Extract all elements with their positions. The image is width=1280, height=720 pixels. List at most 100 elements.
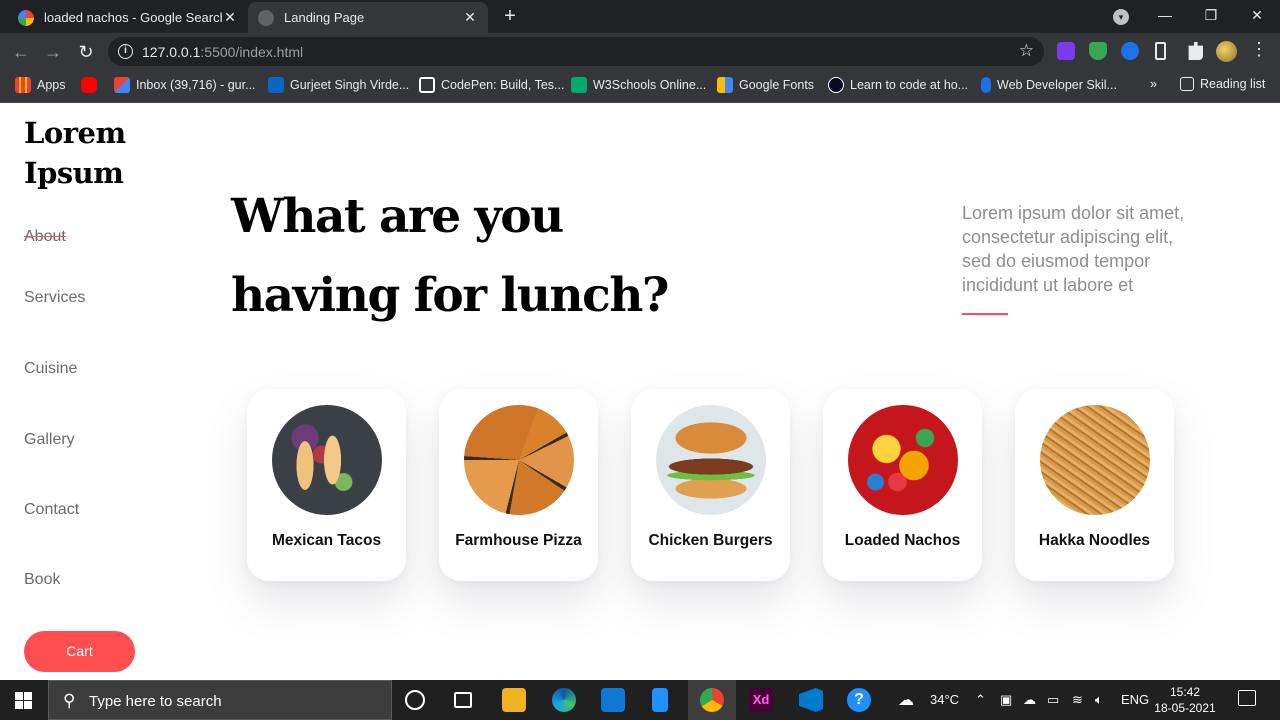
bookmark-codepen[interactable]: CodePen: Build, Tes... (419, 77, 564, 93)
intro-paragraph: Lorem ipsum dolor sit amet, consectetur … (962, 203, 1185, 295)
tacos-image (272, 405, 382, 515)
bookmark-linkedin[interactable]: Gurjeet Singh Virde... (268, 77, 409, 93)
apps-grid-icon (15, 77, 31, 93)
close-tab-icon[interactable]: ✕ (222, 9, 238, 26)
mail-icon[interactable] (601, 688, 625, 712)
reading-list-button[interactable]: Reading list (1180, 77, 1265, 91)
battery-icon[interactable]: ▭ (1047, 692, 1059, 708)
google-icon (18, 9, 34, 26)
search-icon: ⚲ (63, 691, 76, 710)
bookmarks-overflow-button[interactable]: » (1150, 77, 1157, 91)
cart-button[interactable]: Cart (24, 631, 135, 672)
globe-icon (258, 9, 274, 26)
reading-list-icon (1180, 77, 1194, 91)
volume-icon[interactable]: 🔈︎ (1095, 692, 1103, 708)
nav-cuisine[interactable]: Cuisine (24, 360, 77, 378)
profile-avatar[interactable] (1216, 41, 1237, 62)
help-icon[interactable]: ? (847, 688, 871, 712)
bookmark-apps[interactable]: Apps (15, 77, 66, 93)
onedrive-icon[interactable]: ☁ (1023, 692, 1036, 708)
nav-gallery[interactable]: Gallery (24, 431, 75, 449)
weather-cloud-icon[interactable]: ☁ (898, 690, 914, 710)
dish-card-loaded-nachos[interactable]: Loaded Nachos (823, 389, 982, 581)
vpn-extension-icon[interactable] (1121, 42, 1139, 60)
back-arrow-icon[interactable]: ← (8, 39, 34, 65)
windows-logo-icon (15, 692, 23, 700)
nachos-image (848, 405, 958, 515)
adobe-xd-icon[interactable]: Xd (749, 688, 773, 712)
cortana-icon[interactable] (405, 690, 425, 710)
reload-icon[interactable]: ↻ (73, 39, 99, 65)
extension-puzzle-purple-icon[interactable] (1057, 42, 1075, 60)
nav-services[interactable]: Services (24, 289, 85, 307)
dish-card-chicken-burgers[interactable]: Chicken Burgers (631, 389, 790, 581)
tab-search-icon[interactable]: ▾ (1113, 9, 1129, 25)
google-fonts-icon (717, 77, 733, 93)
site-logo[interactable]: Lorem Ipsum (24, 113, 126, 193)
phone-extension-icon[interactable] (1155, 42, 1166, 60)
nav-contact[interactable]: Contact (24, 501, 79, 519)
site-info-icon[interactable]: i (118, 44, 133, 59)
bookmark-web-dev-skill[interactable]: Web Developer Skil... (981, 77, 1117, 93)
bookmark-youtube[interactable] (81, 77, 103, 93)
minimize-button[interactable]: — (1142, 0, 1188, 33)
dish-card-farmhouse-pizza[interactable]: Farmhouse Pizza (439, 389, 598, 581)
windows-taskbar: ⚲ Type here to search Xd ? ☁ 34°C ⌃ ▣ ☁ … (0, 680, 1280, 720)
dish-name: Chicken Burgers (648, 532, 773, 549)
url-text[interactable]: 127.0.0.1:5500/index.html (142, 44, 303, 60)
pizza-image (464, 405, 574, 515)
bookmark-google-fonts[interactable]: Google Fonts (717, 77, 814, 93)
tab-landing-page[interactable]: Landing Page ✕ (248, 2, 488, 33)
wifi-icon[interactable]: ≋ (1072, 692, 1083, 708)
language-indicator[interactable]: ENG (1121, 692, 1149, 707)
start-button[interactable] (0, 680, 48, 720)
browser-tab-strip: loaded nachos - Google Search ✕ Landing … (0, 0, 1280, 33)
meet-now-icon[interactable]: ▣ (1000, 692, 1012, 708)
dish-card-hakka-noodles[interactable]: Hakka Noodles (1015, 389, 1174, 581)
tab-title: loaded nachos - Google Search (44, 10, 222, 25)
w3schools-icon (571, 77, 587, 93)
nav-book[interactable]: Book (24, 571, 60, 589)
notifications-icon[interactable] (1238, 690, 1256, 706)
skill-icon (981, 77, 991, 93)
extensions-puzzle-icon[interactable] (1188, 42, 1203, 60)
system-clock[interactable]: 15:42 18-05-2021 (1150, 684, 1220, 716)
new-tab-button[interactable]: + (500, 4, 520, 28)
nav-about[interactable]: About (24, 228, 66, 246)
linkedin-icon (268, 77, 284, 93)
tab-google-search[interactable]: loaded nachos - Google Search ✕ (8, 2, 248, 33)
edge-icon[interactable] (552, 688, 576, 712)
tab-title: Landing Page (284, 10, 365, 25)
accent-divider (962, 313, 1008, 315)
taskbar-search-input[interactable]: ⚲ Type here to search (48, 680, 392, 720)
bookmarks-bar: Apps Inbox (39,716) - gur... Gurjeet Sin… (0, 70, 1280, 103)
dish-name: Farmhouse Pizza (455, 532, 582, 549)
phone-link-icon[interactable] (652, 688, 668, 712)
dish-name: Loaded Nachos (844, 532, 961, 549)
task-view-icon[interactable] (454, 692, 472, 708)
chevron-up-icon[interactable]: ⌃ (975, 692, 986, 708)
burger-image (656, 405, 766, 515)
address-bar[interactable]: i 127.0.0.1:5500/index.html ☆ (108, 37, 1044, 66)
codepen-icon (419, 77, 435, 93)
bookmark-inbox[interactable]: Inbox (39,716) - gur... (114, 77, 256, 93)
dish-card-mexican-tacos[interactable]: Mexican Tacos (247, 389, 406, 581)
bookmark-freecodecamp[interactable]: Learn to code at ho... (828, 77, 968, 93)
forward-arrow-icon[interactable]: → (40, 39, 66, 65)
bookmark-w3schools[interactable]: W3Schools Online... (571, 77, 706, 93)
restore-button[interactable]: ❐ (1188, 0, 1234, 33)
chrome-icon[interactable] (700, 688, 724, 712)
vscode-icon[interactable] (799, 688, 823, 712)
youtube-icon (81, 77, 97, 93)
close-window-button[interactable]: ✕ (1234, 0, 1280, 33)
landing-page: Lorem Ipsum About Services Cuisine Galle… (0, 103, 1280, 680)
freecodecamp-icon (828, 77, 844, 93)
more-menu-icon[interactable]: ⋮ (1250, 39, 1268, 60)
bookmark-star-icon[interactable]: ☆ (1019, 41, 1034, 61)
weather-temperature[interactable]: 34°C (930, 692, 959, 707)
gmail-icon (114, 77, 130, 93)
close-tab-icon[interactable]: ✕ (462, 9, 478, 26)
file-explorer-icon[interactable] (502, 688, 526, 712)
shield-extension-icon[interactable] (1089, 42, 1107, 60)
page-headline: What are you having for lunch? (231, 189, 669, 323)
